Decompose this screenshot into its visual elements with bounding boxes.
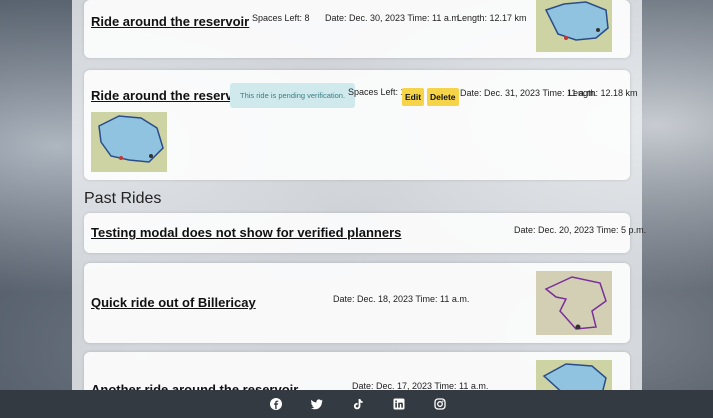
- route-map-thumbnail: [536, 271, 612, 335]
- route-map-icon: [91, 112, 167, 172]
- ride-date: Date: Dec. 30, 2023 Time: 11 a.m.: [325, 13, 462, 23]
- ride-card: Quick ride out of Billericay Date: Dec. …: [84, 263, 630, 343]
- twitter-icon[interactable]: [311, 398, 323, 410]
- ride-date: Date: Dec. 18, 2023 Time: 11 a.m.: [333, 294, 470, 304]
- ride-card: Ride around the reservoir Spaces Left: 8…: [84, 0, 630, 58]
- spaces-left: Spaces Left: 8: [252, 13, 310, 23]
- edit-button[interactable]: Edit: [402, 88, 425, 106]
- delete-button[interactable]: Delete: [427, 88, 459, 106]
- ride-card: Ride around the reservoir This ride is p…: [84, 70, 638, 180]
- facebook-icon[interactable]: [270, 398, 282, 410]
- ride-card: Testing modal does not show for verified…: [84, 213, 646, 253]
- ride-title-link[interactable]: Testing modal does not show for verified…: [91, 225, 401, 240]
- route-map-thumbnail: [91, 112, 167, 172]
- tiktok-icon[interactable]: [352, 398, 364, 410]
- ride-date: Date: Dec. 20, 2023 Time: 5 p.m.: [514, 225, 647, 235]
- route-map-icon: [536, 271, 612, 335]
- footer: [0, 390, 713, 418]
- route-map-icon: [536, 0, 612, 52]
- ride-title-link[interactable]: Ride around the reservoir: [91, 14, 249, 29]
- ride-title-link[interactable]: Quick ride out of Billericay: [91, 295, 256, 310]
- pending-verification-badge: This ride is pending verification.: [230, 83, 356, 108]
- instagram-icon[interactable]: [434, 398, 446, 410]
- route-map-thumbnail: [536, 0, 612, 52]
- linkedin-icon[interactable]: [393, 398, 405, 410]
- ride-length: Length: 12.18 km: [568, 88, 638, 98]
- past-rides-heading: Past Rides: [84, 190, 162, 207]
- ride-length: Length: 12.17 km: [457, 13, 527, 23]
- ride-title-link[interactable]: Ride around the reservoir: [91, 88, 249, 103]
